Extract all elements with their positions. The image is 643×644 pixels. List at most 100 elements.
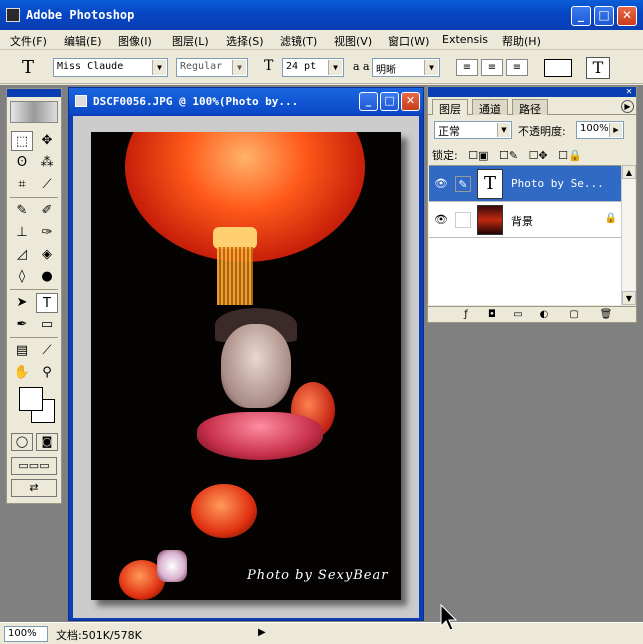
align-right-button[interactable]: ≡: [506, 59, 528, 76]
type-tool-icon[interactable]: T: [22, 57, 34, 78]
align-center-button[interactable]: ≡: [481, 59, 503, 76]
layers-palette: ✕ 图层 通道 路径 ▶ 正常 ▼ 不透明度: 100% ▶ 锁定: ☐▣ ☐✎…: [427, 86, 637, 323]
menu-select[interactable]: 选择(S): [226, 33, 264, 49]
move-tool-icon[interactable]: ✥: [36, 131, 58, 151]
lock-all-icon[interactable]: ☐🔒: [558, 149, 582, 162]
trash-icon[interactable]: 🗑: [598, 308, 614, 322]
eraser-tool-icon[interactable]: ◿: [11, 245, 33, 265]
eye-icon[interactable]: 👁: [433, 212, 449, 228]
marquee-tool-icon[interactable]: ⬚: [11, 131, 33, 151]
palette-header[interactable]: ✕: [428, 87, 636, 97]
slice-tool-icon[interactable]: ⟋: [36, 175, 58, 195]
foreground-color[interactable]: [19, 387, 43, 411]
eyedropper-tool-icon[interactable]: ⟋: [36, 341, 58, 361]
warp-text-button[interactable]: T: [586, 57, 610, 79]
healing-brush-tool-icon[interactable]: ✎: [11, 201, 33, 221]
status-menu-arrow-icon[interactable]: ▶: [258, 627, 266, 638]
notes-tool-icon[interactable]: ▤: [11, 341, 33, 361]
font-size-value: 24 pt: [286, 61, 317, 72]
font-size-select[interactable]: 24 pt ▼: [282, 58, 344, 77]
menu-filter[interactable]: 滤镜(T): [280, 33, 317, 49]
zoom-tool-icon[interactable]: ⚲: [36, 363, 58, 383]
zoom-input[interactable]: 100%: [4, 626, 48, 642]
app-titlebar: Adobe Photoshop _ □ ✕: [0, 0, 643, 30]
lock-row: 锁定: ☐▣ ☐✎ ☐✥ ☐🔒: [432, 147, 589, 163]
close-icon[interactable]: ✕: [624, 87, 634, 96]
pen-tool-icon[interactable]: ✒: [11, 315, 33, 335]
path-selection-tool-icon[interactable]: ➤: [11, 293, 33, 313]
text-color-swatch[interactable]: [544, 59, 572, 77]
close-button[interactable]: ✕: [617, 6, 637, 26]
photo-caption-text[interactable]: Photo by SexyBear: [247, 568, 388, 583]
photo-image[interactable]: Photo by SexyBear: [91, 132, 401, 600]
doc-close-button[interactable]: ✕: [401, 92, 420, 111]
tab-layers[interactable]: 图层: [432, 99, 468, 116]
blur-tool-icon[interactable]: ◊: [11, 267, 33, 287]
status-bar: 100% 文档:501K/578K ▶: [0, 622, 643, 644]
doc-maximize-button[interactable]: □: [380, 92, 399, 111]
hand-tool-icon[interactable]: ✋: [11, 363, 33, 383]
magic-wand-tool-icon[interactable]: ⁂: [36, 153, 58, 173]
scroll-up-icon[interactable]: ▲: [622, 165, 636, 179]
menu-view[interactable]: 视图(V): [334, 33, 372, 49]
lasso-tool-icon[interactable]: ʘ: [11, 153, 33, 173]
jump-to-imageready-button[interactable]: ⇄: [11, 479, 57, 497]
toolbox-header[interactable]: [7, 89, 61, 97]
new-layer-icon[interactable]: ▢: [566, 308, 582, 322]
menu-help[interactable]: 帮助(H): [502, 33, 541, 49]
paint-bucket-tool-icon[interactable]: ◈: [36, 245, 58, 265]
crop-tool-icon[interactable]: ⌗: [11, 175, 33, 195]
adobe-feather-logo[interactable]: [10, 101, 58, 123]
new-set-icon[interactable]: ▭: [510, 308, 526, 322]
standard-mode-button[interactable]: ◯: [11, 433, 33, 451]
anti-alias-select[interactable]: 明晰 ▼: [372, 58, 440, 77]
menu-image[interactable]: 图像(I): [118, 33, 152, 49]
blend-mode-select[interactable]: 正常 ▼: [434, 121, 512, 139]
menu-file[interactable]: 文件(F): [10, 33, 47, 49]
lock-transparency-icon[interactable]: ☐▣: [468, 149, 488, 162]
palette-menu-icon[interactable]: ▶: [621, 100, 634, 113]
layer-list-scrollbar[interactable]: ▲ ▼: [621, 165, 636, 305]
rectangle-tool-icon[interactable]: ▭: [36, 315, 58, 335]
history-brush-tool-icon[interactable]: ✑: [36, 223, 58, 243]
dodge-tool-icon[interactable]: ●: [36, 267, 58, 287]
tab-channels[interactable]: 通道: [472, 99, 508, 116]
scroll-down-icon[interactable]: ▼: [622, 291, 636, 305]
menu-window[interactable]: 窗口(W): [388, 33, 429, 49]
lock-icon: 🔒: [604, 213, 617, 224]
lock-image-icon[interactable]: ☐✎: [499, 149, 518, 162]
add-mask-icon[interactable]: ◘: [484, 308, 500, 322]
align-left-button[interactable]: ≡: [456, 59, 478, 76]
adjustment-layer-icon[interactable]: ◐: [536, 308, 552, 322]
document-icon[interactable]: [75, 95, 87, 107]
type-tool-icon[interactable]: T: [36, 293, 58, 313]
lantern-cap: [213, 227, 257, 249]
lock-position-icon[interactable]: ☐✥: [529, 149, 548, 162]
font-style-select[interactable]: Regular ▼: [176, 58, 248, 77]
minimize-button[interactable]: _: [571, 6, 591, 26]
link-slot-icon[interactable]: [455, 212, 471, 228]
menu-layer[interactable]: 图层(L): [172, 33, 209, 49]
brush-tool-icon[interactable]: ✐: [36, 201, 58, 221]
color-swatches[interactable]: [17, 385, 57, 429]
document-canvas[interactable]: Photo by SexyBear: [73, 116, 419, 618]
document-titlebar[interactable]: DSCF0056.JPG @ 100%(Photo by... _ □ ✕: [69, 88, 423, 114]
quick-mask-button[interactable]: ◙: [36, 433, 58, 451]
eye-icon[interactable]: 👁: [433, 176, 449, 192]
font-size-icon: T: [264, 58, 274, 74]
layer-style-icon[interactable]: ƒ: [458, 308, 474, 322]
menu-extensis[interactable]: Extensis: [442, 33, 488, 46]
photoshop-app-icon[interactable]: [6, 8, 20, 22]
font-family-select[interactable]: Miss Claude ▼: [53, 58, 168, 77]
doc-minimize-button[interactable]: _: [359, 92, 378, 111]
clone-stamp-tool-icon[interactable]: ⊥: [11, 223, 33, 243]
brush-link-icon[interactable]: ✎: [455, 176, 471, 192]
menu-edit[interactable]: 编辑(E): [64, 33, 102, 49]
screen-mode-buttons[interactable]: ▭▭▭: [11, 457, 57, 475]
palette-tabs: 图层 通道 路径 ▶: [428, 97, 636, 116]
layer-row-text[interactable]: 👁 ✎ T Photo by Se...: [429, 166, 621, 202]
tab-paths[interactable]: 路径: [512, 99, 548, 116]
maximize-button[interactable]: □: [594, 6, 614, 26]
layer-row-background[interactable]: 👁 背景 🔒: [429, 202, 621, 238]
opacity-input[interactable]: 100% ▶: [576, 121, 624, 139]
